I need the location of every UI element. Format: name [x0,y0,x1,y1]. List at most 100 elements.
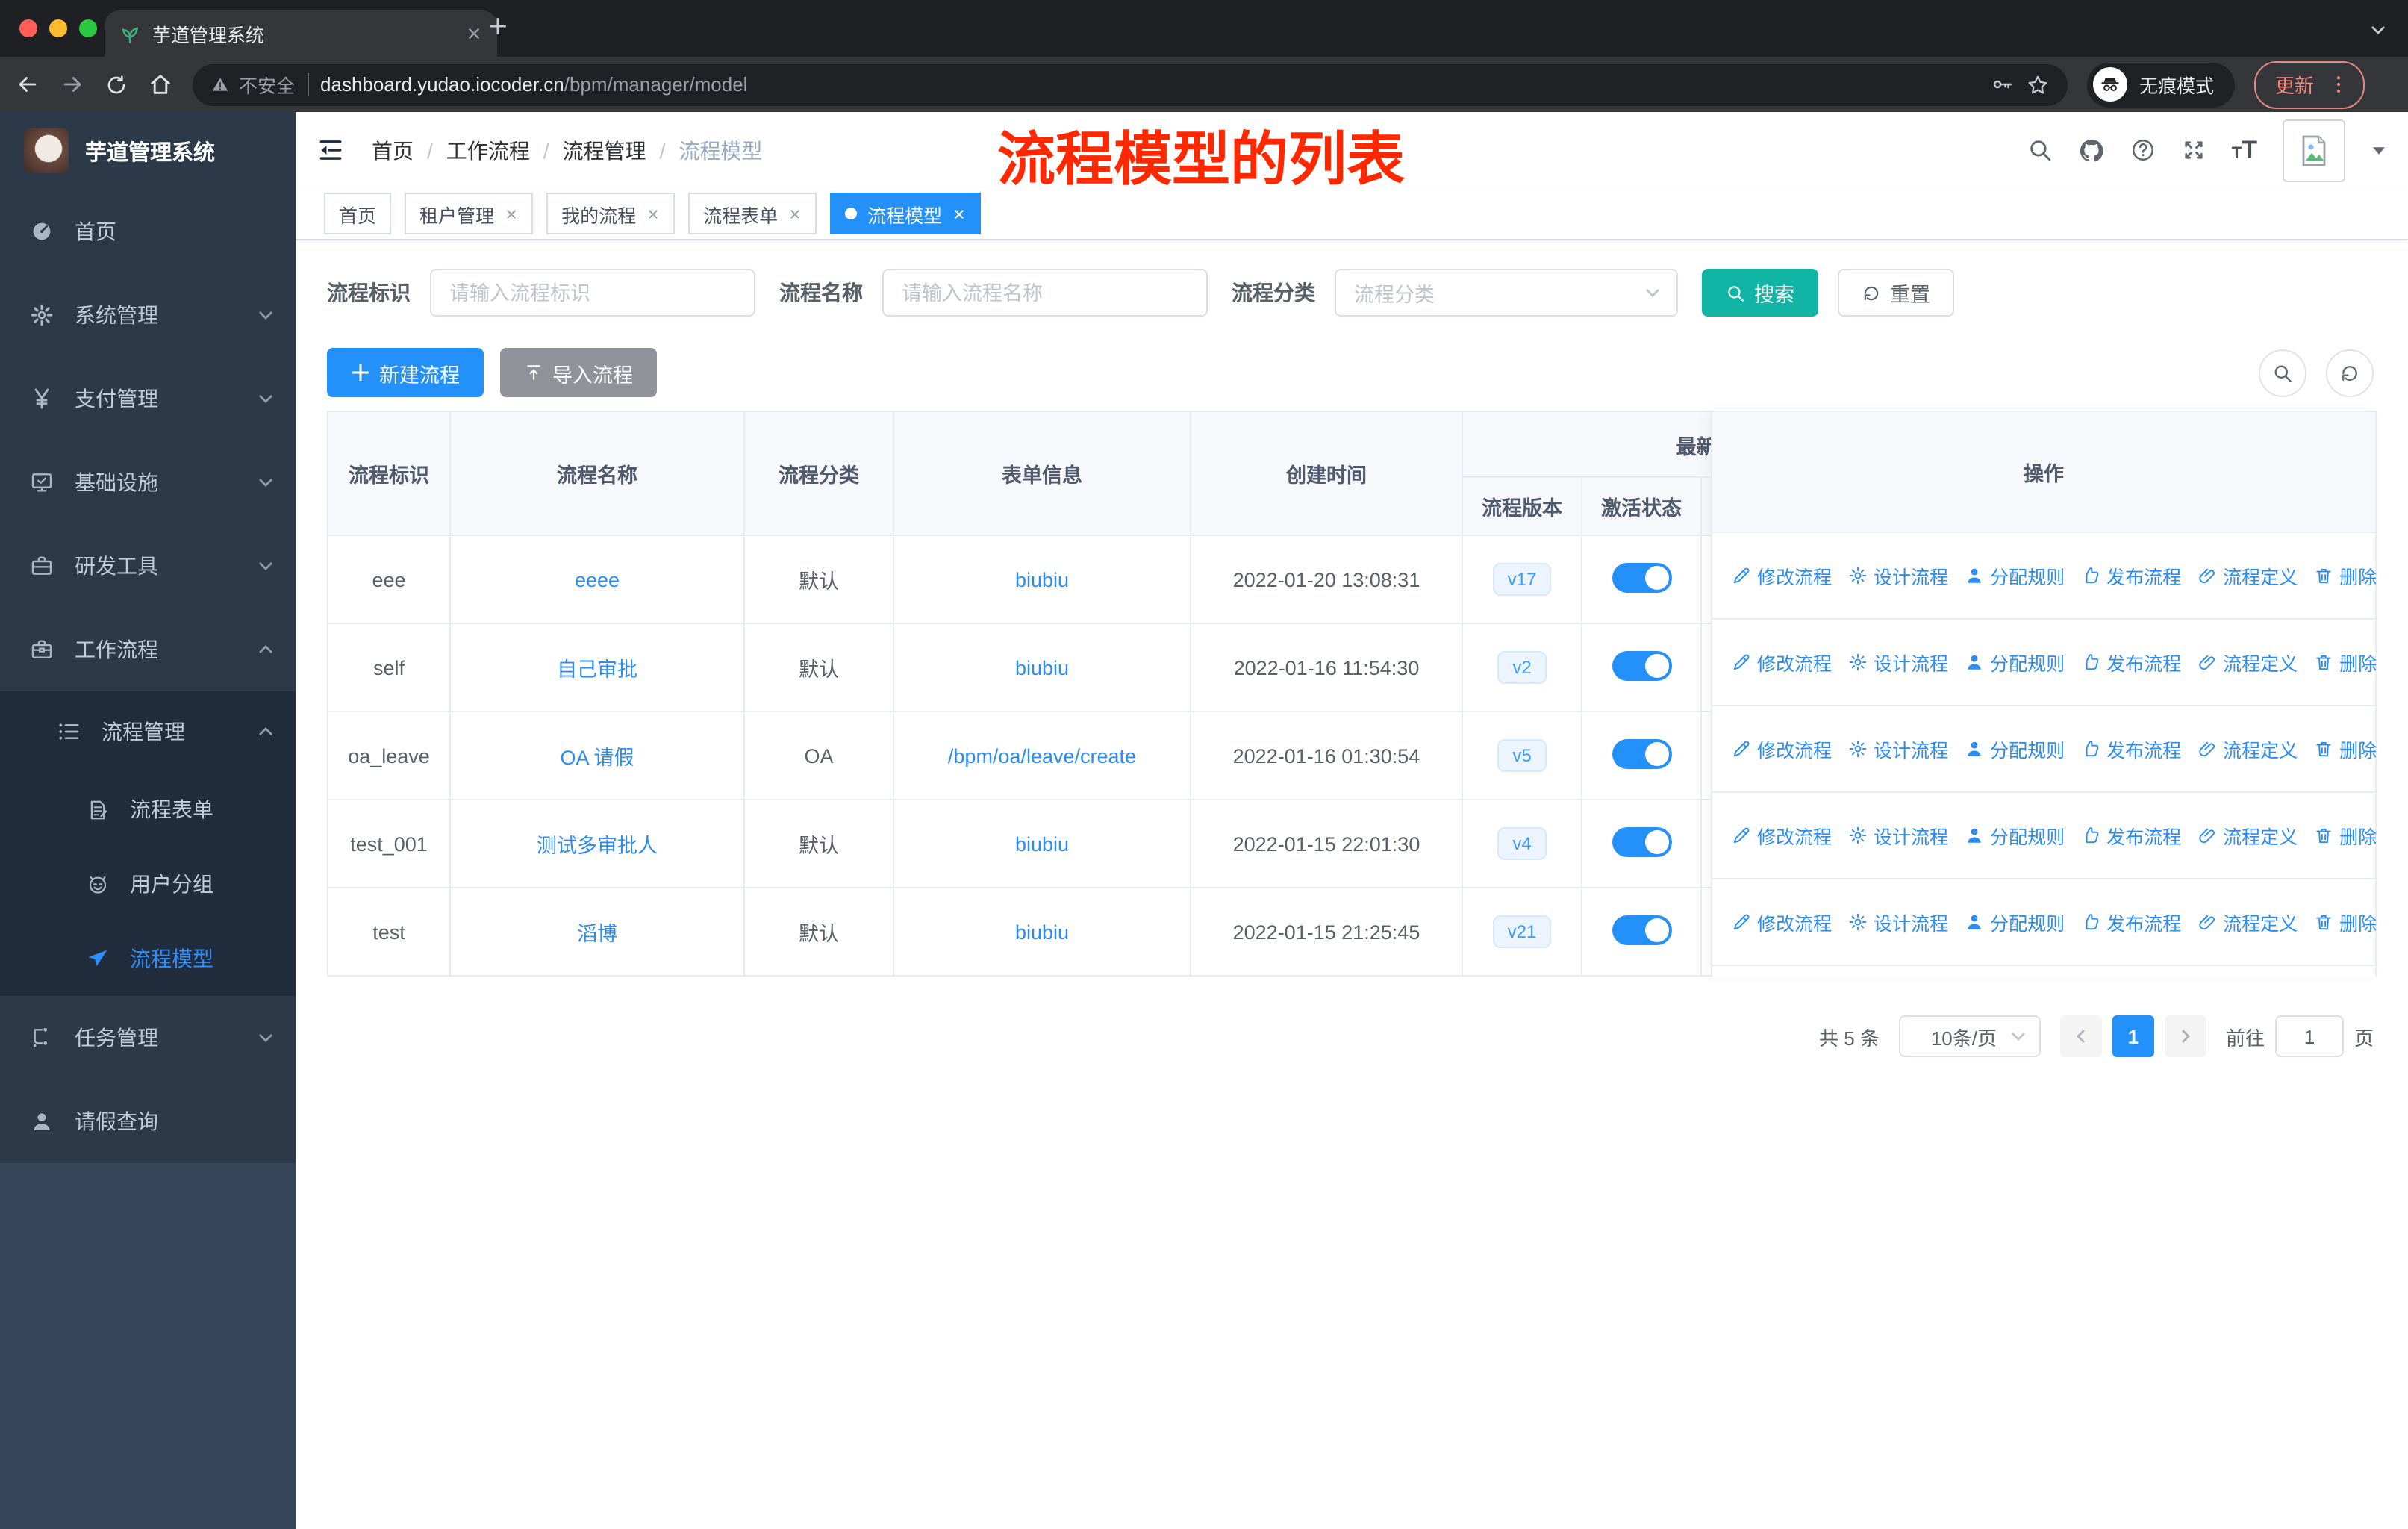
active-toggle[interactable] [1612,650,1671,680]
action-修改流程[interactable]: 修改流程 [1732,908,1832,936]
cell-name[interactable]: 滔博 [449,887,745,977]
search-icon[interactable] [2027,137,2053,163]
action-删除[interactable]: 删除 [2314,735,2377,763]
cell-link[interactable]: 自己审批 [557,658,637,681]
sidebar-item-基础设施[interactable]: 基础设施 [0,440,296,524]
cell-form[interactable]: biubiu [893,623,1191,712]
home-icon[interactable] [148,72,173,97]
page-size-select[interactable]: 10条/页 [1898,1015,2041,1057]
action-分配规则[interactable]: 分配规则 [1965,561,2065,590]
category-select[interactable]: 流程分类 [1335,269,1678,317]
action-删除[interactable]: 删除 [2314,908,2377,936]
action-流程定义[interactable]: 流程定义 [2198,908,2298,936]
tab-close-icon[interactable] [466,25,482,42]
cell-name[interactable]: eeee [449,535,745,624]
sidebar-item-请假查询[interactable]: 请假查询 [0,1080,296,1163]
cell-form[interactable]: biubiu [893,887,1191,977]
sidebar-item-流程模型[interactable]: 流程模型 [0,921,296,996]
process-id-input[interactable] [430,269,755,317]
action-分配规则[interactable]: 分配规则 [1965,821,2065,850]
action-删除[interactable]: 删除 [2314,648,2377,676]
action-发布流程[interactable]: 发布流程 [2081,735,2181,763]
window-zoom-button[interactable] [79,19,97,37]
cell-form[interactable]: biubiu [893,799,1191,888]
action-设计流程[interactable]: 设计流程 [1848,648,1948,676]
tag-流程模型[interactable]: 流程模型 [830,193,982,234]
fullscreen-icon[interactable] [2181,137,2206,163]
browser-tab[interactable]: 芋道管理系统 [105,10,497,57]
back-icon[interactable] [15,72,40,97]
action-分配规则[interactable]: 分配规则 [1965,648,2065,676]
tag-我的流程[interactable]: 我的流程 [546,193,676,234]
cell-link[interactable]: 滔博 [577,923,617,945]
tag-close-icon[interactable] [788,207,802,220]
sidebar-collapse-hamburger-icon[interactable] [316,136,345,164]
active-toggle[interactable] [1612,562,1671,592]
action-发布流程[interactable]: 发布流程 [2081,648,2181,676]
cell-link[interactable]: biubiu [1015,921,1069,943]
process-name-input[interactable] [882,269,1208,317]
app-logo-row[interactable]: 芋道管理系统 [0,112,296,190]
security-chip[interactable]: 不安全 [210,70,295,99]
search-button[interactable]: 搜索 [1702,269,1818,317]
action-删除[interactable]: 删除 [2314,561,2377,590]
version-badge[interactable]: v4 [1497,827,1547,860]
window-close-button[interactable] [19,19,37,37]
cell-link[interactable]: biubiu [1015,568,1069,591]
address-bar[interactable]: 不安全 dashboard.yudao.iocoder.cn/bpm/manag… [193,63,2068,105]
sidebar-item-任务管理[interactable]: 任务管理 [0,996,296,1080]
create-process-button[interactable]: 新建流程 [327,348,484,397]
tag-租户管理[interactable]: 租户管理 [405,193,534,234]
action-修改流程[interactable]: 修改流程 [1732,561,1832,590]
action-设计流程[interactable]: 设计流程 [1848,908,1948,936]
avatar[interactable] [2283,119,2345,181]
sidebar-item-用户分组[interactable]: 用户分组 [0,847,296,921]
breadcrumb-item-工作流程[interactable]: 工作流程 [446,135,530,165]
sidebar-item-工作流程[interactable]: 工作流程 [0,608,296,691]
action-流程定义[interactable]: 流程定义 [2198,648,2298,676]
action-设计流程[interactable]: 设计流程 [1848,561,1948,590]
forward-icon[interactable] [60,72,85,97]
sidebar-item-流程管理[interactable]: 流程管理 [0,691,296,772]
key-icon[interactable] [1991,73,2014,96]
new-tab-button[interactable] [488,16,508,36]
reset-button[interactable]: 重置 [1838,269,1954,317]
cell-link[interactable]: biubiu [1015,656,1069,679]
active-toggle[interactable] [1612,738,1671,768]
action-修改流程[interactable]: 修改流程 [1732,735,1832,763]
sidebar-item-首页[interactable]: 首页 [0,190,296,273]
github-icon[interactable] [2078,137,2105,164]
show-search-button[interactable] [2259,349,2306,396]
action-删除[interactable]: 删除 [2314,821,2377,850]
next-page-button[interactable] [2164,1015,2206,1057]
cell-form[interactable]: biubiu [893,535,1191,624]
goto-page-input[interactable] [2274,1015,2344,1057]
action-修改流程[interactable]: 修改流程 [1732,821,1832,850]
window-controls[interactable] [19,19,97,37]
version-badge[interactable]: v21 [1492,915,1552,948]
action-设计流程[interactable]: 设计流程 [1848,735,1948,763]
breadcrumb-item-首页[interactable]: 首页 [372,135,414,165]
sidebar-item-系统管理[interactable]: 系统管理 [0,273,296,357]
sidebar-item-研发工具[interactable]: 研发工具 [0,524,296,608]
action-流程定义[interactable]: 流程定义 [2198,735,2298,763]
refresh-table-button[interactable] [2326,349,2374,396]
tag-流程表单[interactable]: 流程表单 [688,193,817,234]
reload-icon[interactable] [105,72,128,96]
action-分配规则[interactable]: 分配规则 [1965,908,2065,936]
tag-首页[interactable]: 首页 [324,193,392,234]
page-1-button[interactable]: 1 [2112,1015,2154,1057]
action-发布流程[interactable]: 发布流程 [2081,908,2181,936]
tag-close-icon[interactable] [505,207,518,220]
avatar-caret-down-icon[interactable] [2371,144,2387,156]
window-minimize-button[interactable] [49,19,67,37]
cell-name[interactable]: 测试多审批人 [449,799,745,888]
action-设计流程[interactable]: 设计流程 [1848,821,1948,850]
action-修改流程[interactable]: 修改流程 [1732,648,1832,676]
action-流程定义[interactable]: 流程定义 [2198,821,2298,850]
tag-close-icon[interactable] [952,207,966,220]
tag-close-icon[interactable] [646,207,660,220]
version-badge[interactable]: v2 [1497,651,1547,684]
update-button[interactable]: 更新 [2254,60,2365,108]
question-icon[interactable] [2130,137,2156,163]
